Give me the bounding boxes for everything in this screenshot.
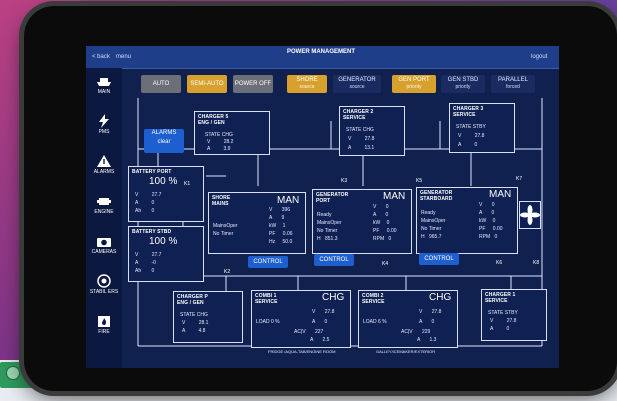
charger-p-box: CHARGER P ENG / GEN STATE CHG V 28.1 A 4.… — [173, 291, 243, 343]
charger-1-box: CHARGER 1 SERVICE STATE STBY V 27.8 A 0 — [481, 289, 547, 341]
charger-3-box: CHARGER 3 SERVICE STATE STBY V 27.8 A 0 — [449, 103, 515, 153]
breaker-k7-label: K7 — [516, 176, 523, 182]
gen-port-control-button[interactable]: CONTROL — [314, 254, 354, 266]
screen: < back menu POWER MANAGEMENT logout AUTO… — [86, 46, 559, 368]
battery-port-box: BATTERY PORT 100 % V 27.7 A 0 Ah 0 — [128, 166, 204, 222]
breaker-k6-label: K6 — [496, 260, 503, 266]
device-bezel: < back menu POWER MANAGEMENT logout AUTO… — [24, 6, 617, 391]
fan-icon — [520, 205, 540, 225]
charger-5-box: CHARGER 5 ENG / GEN STATE CHG V 28.2 A 3.… — [194, 111, 270, 155]
shore-mains-box: SHORE MAINS MAN V 396 A 9 MainsOper kW 1 … — [208, 192, 306, 254]
generator-port-box: GENERATOR PORT MAN V 0 Ready A 0 MainsOpe… — [312, 189, 412, 254]
breaker-k8-label: K8 — [533, 260, 540, 266]
breaker-k3-label: K3 — [341, 178, 348, 184]
caption-combi-1: FRIDGE /AQUA-TAB/ENGINE ROOM — [268, 349, 336, 354]
shore-control-button[interactable]: CONTROL — [248, 256, 288, 268]
battery-stbd-box: BATTERY STBD 100 % V 27.7 A -0 Ah 0 — [128, 226, 204, 282]
breaker-k5-label: K5 — [416, 178, 423, 184]
caption-combi-2: GALLEY/ICEMAKER/EXTERIOR — [376, 349, 436, 354]
breaker-k2-label: K2 — [224, 269, 231, 275]
breaker-k1-label: K1 — [184, 181, 191, 187]
combi-2-box: COMBI 2 SERVICE CHG V 27.8 LOAD 6 % A 0 A… — [358, 290, 458, 348]
combi-1-box: COMBI 1 SERVICE CHG V 27.8 LOAD 0 % A 0 A… — [251, 290, 351, 348]
terminal-pin — [6, 366, 20, 380]
breaker-k4-label: K4 — [382, 261, 389, 267]
charger-2-box: CHARGER 2 SERVICE STATE CHG V 27.8 A 13.1 — [339, 106, 405, 156]
alarms-clear-button[interactable]: ALARMS clear — [144, 129, 184, 153]
gen-stbd-control-button[interactable]: CONTROL — [419, 253, 459, 265]
generator-starboard-box: GENERATOR STARBOARD MAN V 0 Ready A 0 Mai… — [416, 187, 518, 254]
fan-button[interactable] — [519, 201, 541, 229]
